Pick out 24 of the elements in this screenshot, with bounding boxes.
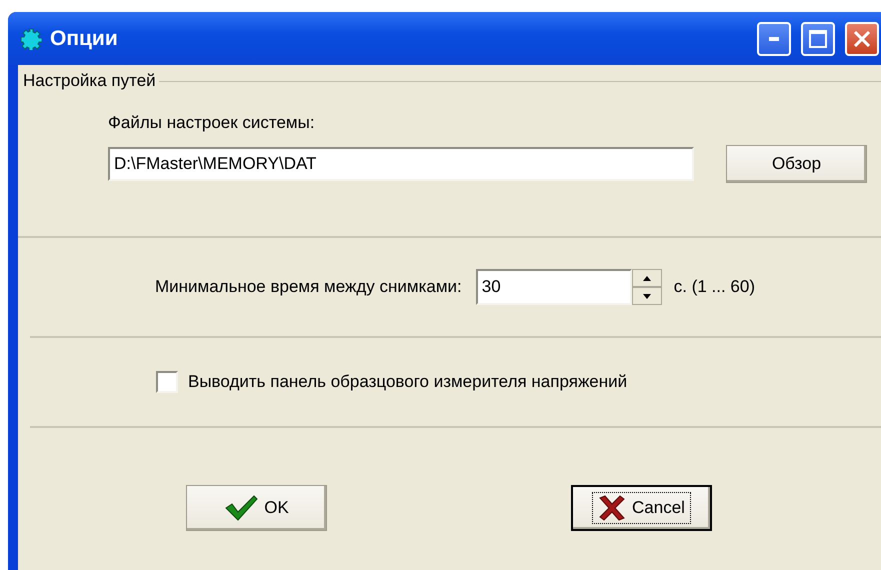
browse-button[interactable]: Обзор	[726, 145, 867, 183]
cancel-button[interactable]: Cancel	[571, 485, 712, 531]
minimize-icon	[769, 36, 779, 40]
settings-files-label: Файлы настроек системы:	[108, 113, 316, 133]
up-arrow-icon	[642, 276, 651, 280]
ok-button[interactable]: OK	[186, 485, 327, 531]
checkmark-icon	[224, 495, 258, 521]
close-button[interactable]	[845, 22, 879, 56]
close-icon	[854, 30, 870, 46]
checkbox[interactable]	[156, 371, 178, 393]
cross-icon	[598, 495, 626, 521]
interval-label: Минимальное время между снимками:	[155, 277, 462, 297]
interval-field[interactable]: 30	[476, 269, 632, 305]
group-title: Настройка путей	[22, 71, 157, 91]
down-arrow-icon	[642, 294, 651, 298]
checkbox-label: Выводить панель образцового измерителя напряжений	[188, 372, 628, 392]
spin-button[interactable]	[632, 269, 662, 305]
window-title: Опции	[50, 26, 119, 50]
range-label: с. (1 ... 60)	[674, 277, 755, 297]
maximize-icon	[809, 30, 827, 48]
minimize-button[interactable]	[757, 22, 791, 56]
gear-icon	[20, 28, 42, 50]
path-field[interactable]: D:\FMaster\MEMORY\DAT	[108, 147, 694, 181]
maximize-button[interactable]	[801, 22, 835, 56]
